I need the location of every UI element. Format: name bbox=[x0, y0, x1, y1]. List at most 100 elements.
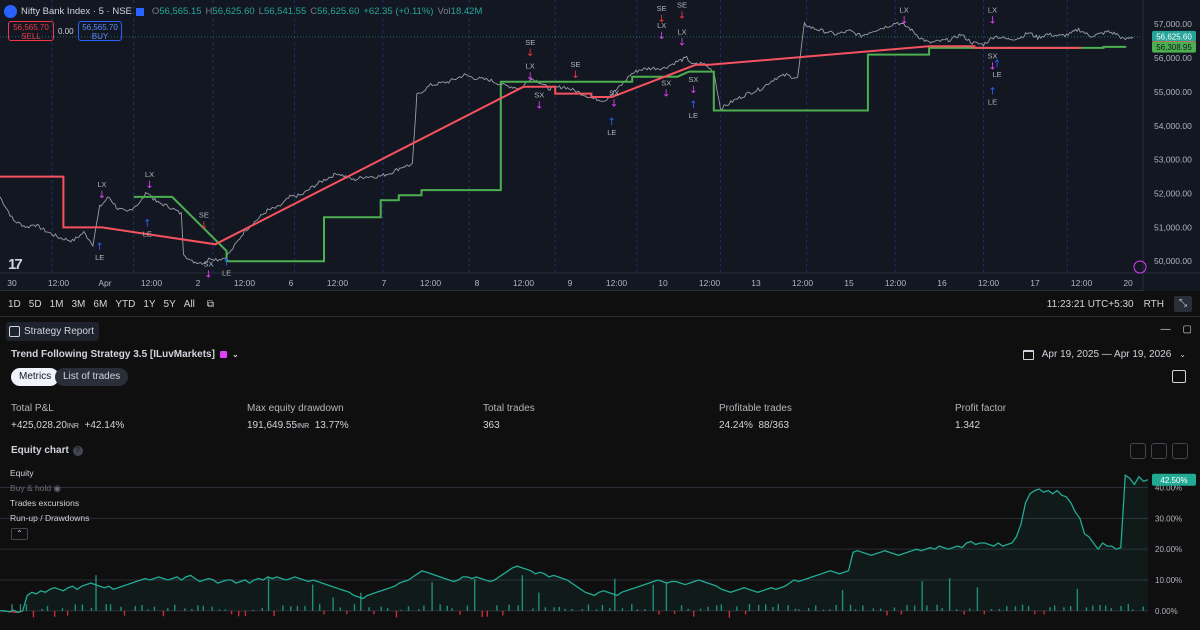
timeframe-3m[interactable]: 3M bbox=[72, 299, 86, 310]
equity-chart-title: Equity chart ? bbox=[11, 445, 83, 456]
time-tick-label: 12:00 bbox=[327, 278, 349, 288]
tab-list-of-trades[interactable]: List of trades bbox=[55, 368, 129, 386]
equity-tick-label: 30.00% bbox=[1155, 514, 1182, 523]
equity-last-value: 42.50% bbox=[1160, 476, 1187, 485]
drawdown-bar bbox=[273, 610, 275, 617]
equity-tick-label: 20.00% bbox=[1155, 545, 1182, 554]
le-signal-label: LE bbox=[222, 268, 231, 277]
se-signal-label: SE bbox=[199, 211, 209, 220]
timeframe-1d[interactable]: 1D bbox=[8, 299, 21, 310]
le-signal-label: LE bbox=[689, 111, 698, 120]
drawdown-bar bbox=[963, 610, 965, 615]
spread-value: 0.00 bbox=[58, 27, 74, 36]
legend-runup-drawdowns[interactable]: Run-up / Drawdowns bbox=[10, 513, 89, 523]
ohlc-high: H56,625.60 bbox=[205, 6, 255, 17]
compare-icon[interactable]: ⤡ bbox=[1174, 296, 1192, 312]
lx-signal-label: LX bbox=[900, 6, 909, 15]
metric-value: +425,028.20INR +42.14% bbox=[11, 420, 125, 431]
session-toggle[interactable]: RTH bbox=[1144, 299, 1164, 310]
strategy-selector[interactable]: Trend Following Strategy 3.5 [ILuvMarket… bbox=[11, 349, 239, 360]
timeframe-all[interactable]: All bbox=[184, 299, 195, 310]
time-tick-label: 12:00 bbox=[1071, 278, 1093, 288]
tab-metrics[interactable]: Metrics bbox=[11, 368, 60, 386]
sx-arrow-icon: ↓ bbox=[610, 99, 618, 110]
legend-buy-hold[interactable]: Buy & hold ◉ bbox=[10, 483, 61, 494]
timeframe-1y[interactable]: 1Y bbox=[143, 299, 155, 310]
long-stop-price-tag: 56,308.95 bbox=[1156, 43, 1192, 52]
drawdown-bar bbox=[1043, 610, 1045, 615]
equity-chart-canvas[interactable]: 40.00%30.00%20.00%10.00%0.00%42.50% bbox=[0, 465, 1200, 630]
time-tick-label: 12:00 bbox=[885, 278, 907, 288]
maximize-icon[interactable]: ▢ bbox=[1183, 324, 1192, 335]
drawdown-bar bbox=[238, 610, 240, 617]
time-tick-label: 20 bbox=[1123, 278, 1133, 288]
timeframe-6m[interactable]: 6M bbox=[93, 299, 107, 310]
strategy-settings-icon[interactable] bbox=[219, 351, 227, 358]
price-tick-label: 50,000.00 bbox=[1154, 256, 1192, 266]
camera-icon[interactable] bbox=[1151, 443, 1167, 459]
equity-tick-label: 0.00% bbox=[1155, 607, 1178, 616]
collapse-legend-button[interactable]: ⌃ bbox=[11, 528, 28, 540]
sx-signal-label: SX bbox=[609, 89, 619, 98]
drawdown-bar bbox=[323, 610, 325, 615]
drawdown-bar bbox=[728, 610, 731, 618]
timeframe-5y[interactable]: 5Y bbox=[164, 299, 176, 310]
timeframe-5d[interactable]: 5D bbox=[29, 299, 42, 310]
lx-arrow-icon: ↓ bbox=[678, 38, 686, 49]
drawdown-bar bbox=[502, 610, 504, 616]
time-tick-label: 12:00 bbox=[792, 278, 814, 288]
symbol-title[interactable]: Nifty Bank Index · 5 · NSE bbox=[21, 6, 132, 17]
metric-label: Profitable trades bbox=[719, 403, 792, 414]
drawdown-bar bbox=[486, 610, 489, 617]
tab-strategy-report-label: Strategy Report bbox=[24, 326, 95, 337]
chevron-down-icon[interactable]: ⌄ bbox=[232, 350, 239, 359]
minimize-icon[interactable]: — bbox=[1161, 324, 1171, 335]
expand-icon[interactable] bbox=[1172, 443, 1188, 459]
price-tick-label: 56,000.00 bbox=[1154, 53, 1192, 63]
legend-trades-excursions[interactable]: Trades excursions bbox=[10, 498, 79, 508]
drawdown-bar bbox=[673, 610, 676, 614]
settings-icon[interactable] bbox=[1130, 443, 1146, 459]
sx-signal-label: SX bbox=[203, 260, 213, 269]
tab-strategy-report[interactable]: Strategy Report bbox=[6, 322, 100, 341]
last-price-tag: 56,625.60 bbox=[1156, 32, 1192, 41]
time-tick-label: 12:00 bbox=[606, 278, 628, 288]
le-arrow-icon: ↑ bbox=[222, 257, 230, 268]
info-icon[interactable]: ? bbox=[72, 445, 83, 456]
lx-arrow-icon: ↓ bbox=[145, 180, 153, 191]
lx-signal-label: LX bbox=[145, 170, 154, 179]
metric-value: 191,649.55INR 13.77% bbox=[247, 420, 349, 431]
time-tick-label: 13 bbox=[751, 278, 761, 288]
lx-signal-label: LX bbox=[97, 180, 106, 189]
le-arrow-icon: ↑ bbox=[689, 100, 697, 111]
legend-equity[interactable]: Equity bbox=[10, 468, 34, 478]
price-tick-label: 55,000.00 bbox=[1154, 87, 1192, 97]
clock[interactable]: 11:23:21 UTC+5:30 bbox=[1047, 299, 1134, 310]
time-tick-label: 7 bbox=[382, 278, 387, 288]
price-chart-canvas[interactable]: 57,000.00 56,000.00 55,000.00 54,000.00 53,0… bbox=[0, 0, 1200, 291]
buy-price: 56,565.70 bbox=[82, 23, 118, 32]
sx-signal-label: SX bbox=[661, 79, 671, 88]
price-tick-label: 52,000.00 bbox=[1154, 188, 1192, 198]
symbol-legend: Nifty Bank Index · 5 · NSE O56,565.15 H5… bbox=[4, 5, 482, 18]
time-tick-label: 12:00 bbox=[978, 278, 1000, 288]
price-tick-label: 53,000.00 bbox=[1154, 155, 1192, 165]
le-arrow-icon: ↑ bbox=[993, 59, 1001, 70]
timeframe-1m[interactable]: 1M bbox=[50, 299, 64, 310]
se-arrow-icon: ↓ bbox=[571, 70, 579, 81]
price-chart[interactable]: 57,000.00 56,000.00 55,000.00 54,000.00 53,0… bbox=[0, 0, 1200, 291]
time-tick-label: 12:00 bbox=[141, 278, 163, 288]
drawdown-bar bbox=[983, 610, 985, 615]
le-signal-label: LE bbox=[988, 97, 997, 106]
drawdown-bar bbox=[395, 610, 398, 618]
goto-date-icon[interactable]: ⧉ bbox=[207, 299, 214, 310]
buy-button[interactable]: 56,565.70 BUY bbox=[78, 21, 122, 41]
eye-icon[interactable]: ◉ bbox=[54, 483, 61, 493]
date-range-selector[interactable]: Apr 19, 2025 — Apr 19, 2026 ⌄ bbox=[1022, 349, 1186, 360]
timeframe-ytd[interactable]: YTD bbox=[115, 299, 135, 310]
report-list-icon[interactable] bbox=[1172, 370, 1186, 383]
sell-button[interactable]: 56,565.70 SELL bbox=[8, 21, 54, 41]
time-tick-label: 12:00 bbox=[699, 278, 721, 288]
price-tick-label: 54,000.00 bbox=[1154, 121, 1192, 131]
sx-arrow-icon: ↓ bbox=[689, 85, 697, 96]
